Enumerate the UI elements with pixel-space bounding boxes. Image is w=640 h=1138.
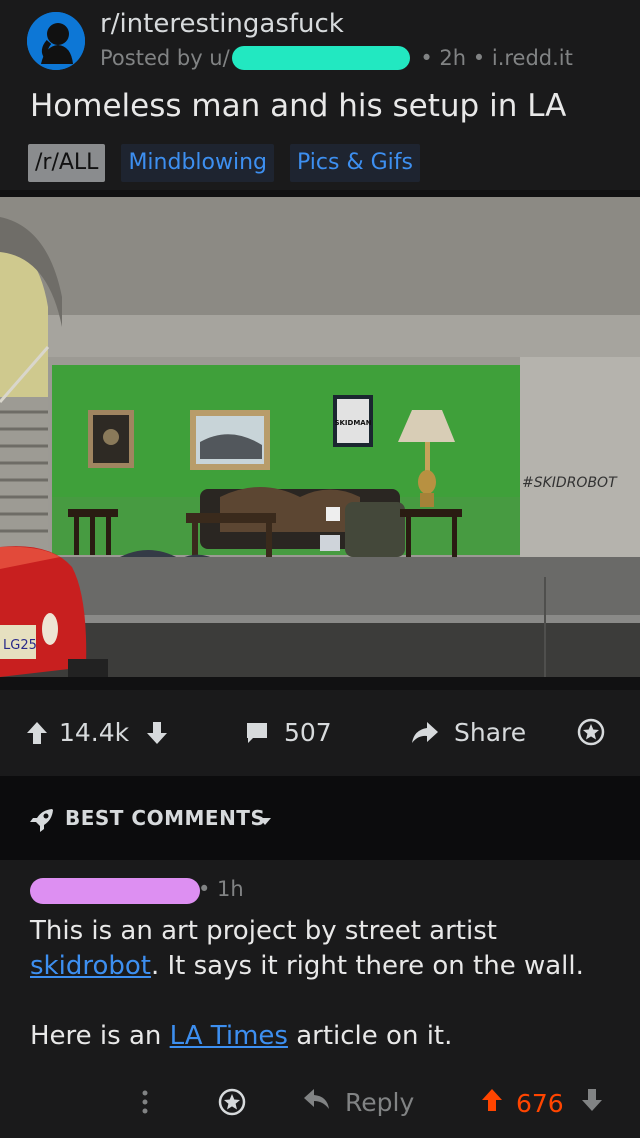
commenter-redaction: [30, 878, 200, 904]
post-domain[interactable]: i.redd.it: [492, 46, 573, 70]
comment-body: This is an art project by street artist …: [30, 914, 620, 1089]
downvote-icon[interactable]: [580, 1087, 604, 1119]
share-button[interactable]: Share: [410, 718, 526, 747]
username-redaction: [231, 46, 410, 70]
flair-row: /r/ALL Mindblowing Pics & Gifs: [28, 144, 420, 182]
post-action-bar: 14.4k 507 Share: [0, 690, 640, 776]
share-label: Share: [454, 718, 527, 747]
flair-mindblowing[interactable]: Mindblowing: [121, 144, 274, 182]
downvote-icon[interactable]: [145, 720, 169, 746]
comment-score: 676: [516, 1088, 564, 1118]
comment-text: article on it.: [287, 1021, 453, 1051]
comment-text: This is an art project by street artist: [30, 916, 497, 946]
comment: • 1h This is an art project by street ar…: [0, 860, 640, 1138]
vote-group: 14.4k: [25, 718, 169, 747]
reply-label: Reply: [345, 1087, 415, 1117]
award-icon: [577, 718, 605, 746]
flair-pics-gifs[interactable]: Pics & Gifs: [290, 144, 420, 182]
side-table: [68, 509, 118, 555]
skidrobot-link[interactable]: skidrobot: [30, 951, 151, 981]
share-icon: [410, 720, 440, 746]
comment-actions: Reply 676: [0, 1078, 640, 1128]
comment-paragraph-1: This is an art project by street artist …: [30, 914, 620, 984]
post-image[interactable]: #SKIDROBOT SKIDMAN LG25: [0, 197, 640, 677]
comment-sort-bar[interactable]: BEST COMMENTS: [0, 776, 640, 860]
comment-vote-group: 676: [480, 1087, 604, 1119]
flair-all[interactable]: /r/ALL: [28, 144, 106, 182]
post-header: r/interestingasfuck Posted by u/ • 2h • …: [0, 0, 640, 190]
post-meta: Posted by u/ • 2h • i.redd.it: [100, 46, 573, 70]
la-times-link[interactable]: LA Times: [170, 1021, 288, 1051]
comment-count: 507: [284, 718, 332, 747]
post-image-illustration: #SKIDROBOT SKIDMAN LG25: [0, 197, 640, 677]
comment-text: Here is an: [30, 1021, 170, 1051]
comment-icon: [244, 720, 270, 746]
subreddit-name[interactable]: r/interestingasfuck: [100, 9, 344, 39]
sort-label: BEST COMMENTS: [65, 806, 266, 830]
reply-icon: [303, 1087, 331, 1117]
subreddit-avatar[interactable]: [27, 12, 85, 70]
post-score: 14.4k: [59, 718, 130, 747]
subreddit-avatar-icon: [27, 12, 85, 70]
wall-tag: #SKIDROBOT: [522, 475, 618, 491]
upvote-icon[interactable]: [480, 1087, 504, 1119]
comment-age: • 1h: [198, 877, 244, 901]
more-icon[interactable]: [140, 1088, 150, 1116]
rocket-icon: [28, 806, 56, 838]
comment-text: . It says it right there on the wall.: [150, 951, 584, 981]
upvote-icon[interactable]: [25, 720, 49, 746]
posted-by-label[interactable]: Posted by u/: [100, 46, 230, 70]
comments-button[interactable]: 507: [244, 718, 332, 747]
reply-button[interactable]: Reply: [303, 1087, 414, 1117]
post-age: • 2h •: [420, 46, 486, 70]
license-plate-text: LG25: [3, 638, 37, 653]
award-button[interactable]: [577, 718, 605, 746]
award-icon[interactable]: [218, 1088, 246, 1116]
comment-paragraph-2: Here is an LA Times article on it.: [30, 1019, 620, 1054]
sign-text: SKIDMAN: [334, 419, 371, 427]
chevron-down-icon: [257, 812, 273, 831]
post-title[interactable]: Homeless man and his setup in LA: [30, 88, 566, 124]
